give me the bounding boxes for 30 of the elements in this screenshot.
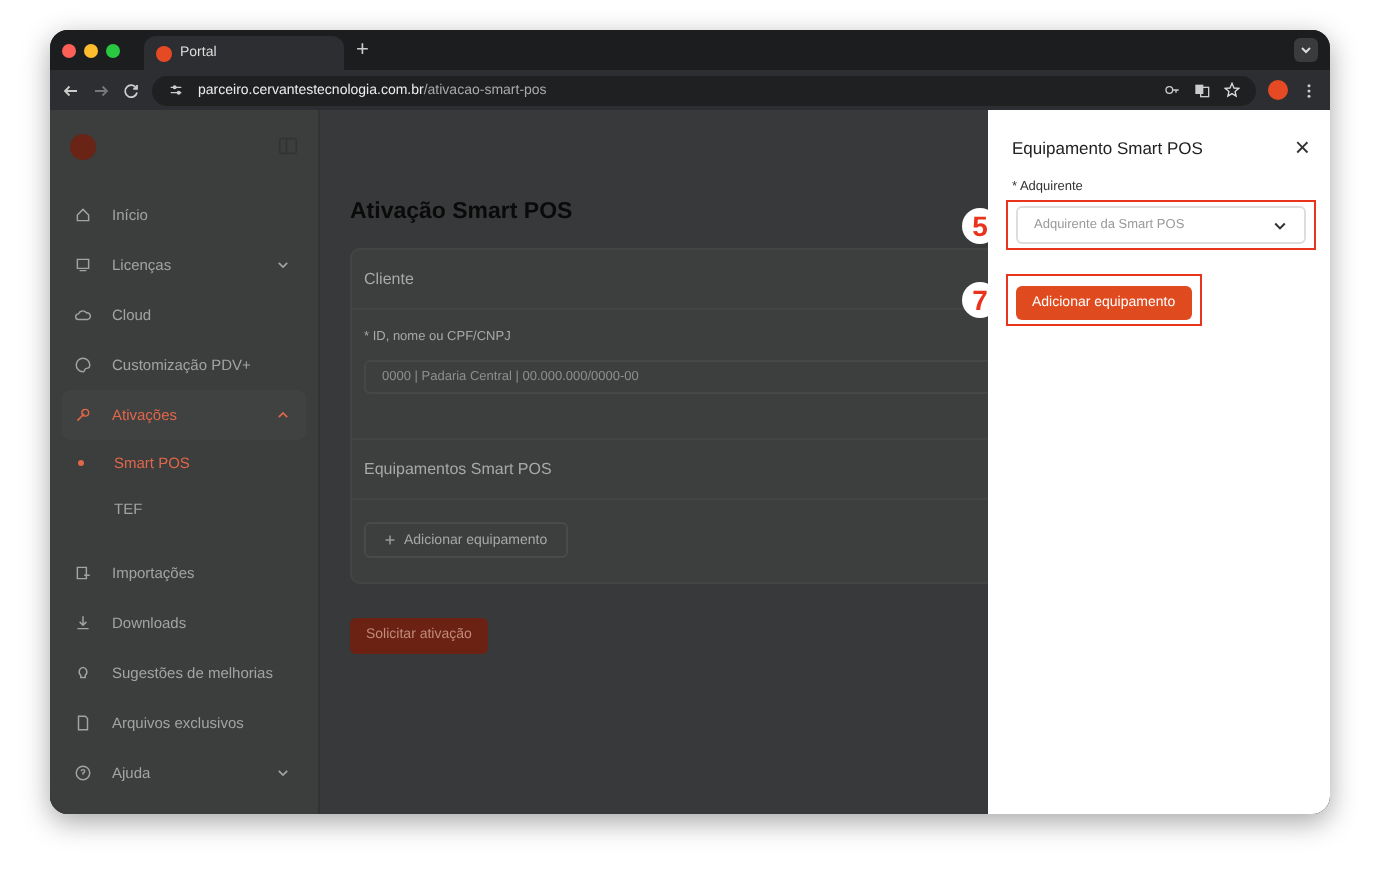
download-icon [74, 614, 92, 632]
reload-icon[interactable] [122, 81, 140, 99]
star-icon[interactable] [1224, 82, 1240, 98]
logo-icon [156, 45, 172, 61]
lightbulb-icon [74, 664, 92, 682]
minimize-window-icon[interactable] [84, 43, 98, 57]
site-settings-icon[interactable] [168, 82, 184, 98]
document-icon [74, 714, 92, 732]
translate-icon[interactable] [1194, 82, 1210, 98]
tab-menu-icon[interactable] [1294, 38, 1318, 62]
back-icon[interactable] [62, 81, 80, 99]
drawer-title: Equipamento Smart POS [1012, 137, 1203, 157]
forward-icon[interactable] [92, 81, 110, 99]
logo-icon [70, 133, 96, 159]
new-tab-button[interactable]: + [356, 38, 369, 62]
home-icon [74, 206, 92, 224]
plus-icon [384, 534, 396, 546]
help-icon [74, 764, 92, 782]
cloud-icon [74, 306, 92, 324]
palette-icon [74, 356, 92, 374]
key-icon[interactable] [1164, 82, 1180, 98]
monitor-icon [74, 256, 92, 274]
close-window-icon[interactable] [62, 43, 76, 57]
maximize-window-icon[interactable] [106, 43, 120, 57]
file-icon [74, 564, 92, 582]
close-button[interactable]: × [1294, 134, 1310, 160]
key-icon [74, 406, 92, 424]
active-dot-icon [78, 460, 84, 466]
chevron-down-icon [1272, 217, 1288, 233]
extension-icon[interactable] [1268, 80, 1288, 100]
